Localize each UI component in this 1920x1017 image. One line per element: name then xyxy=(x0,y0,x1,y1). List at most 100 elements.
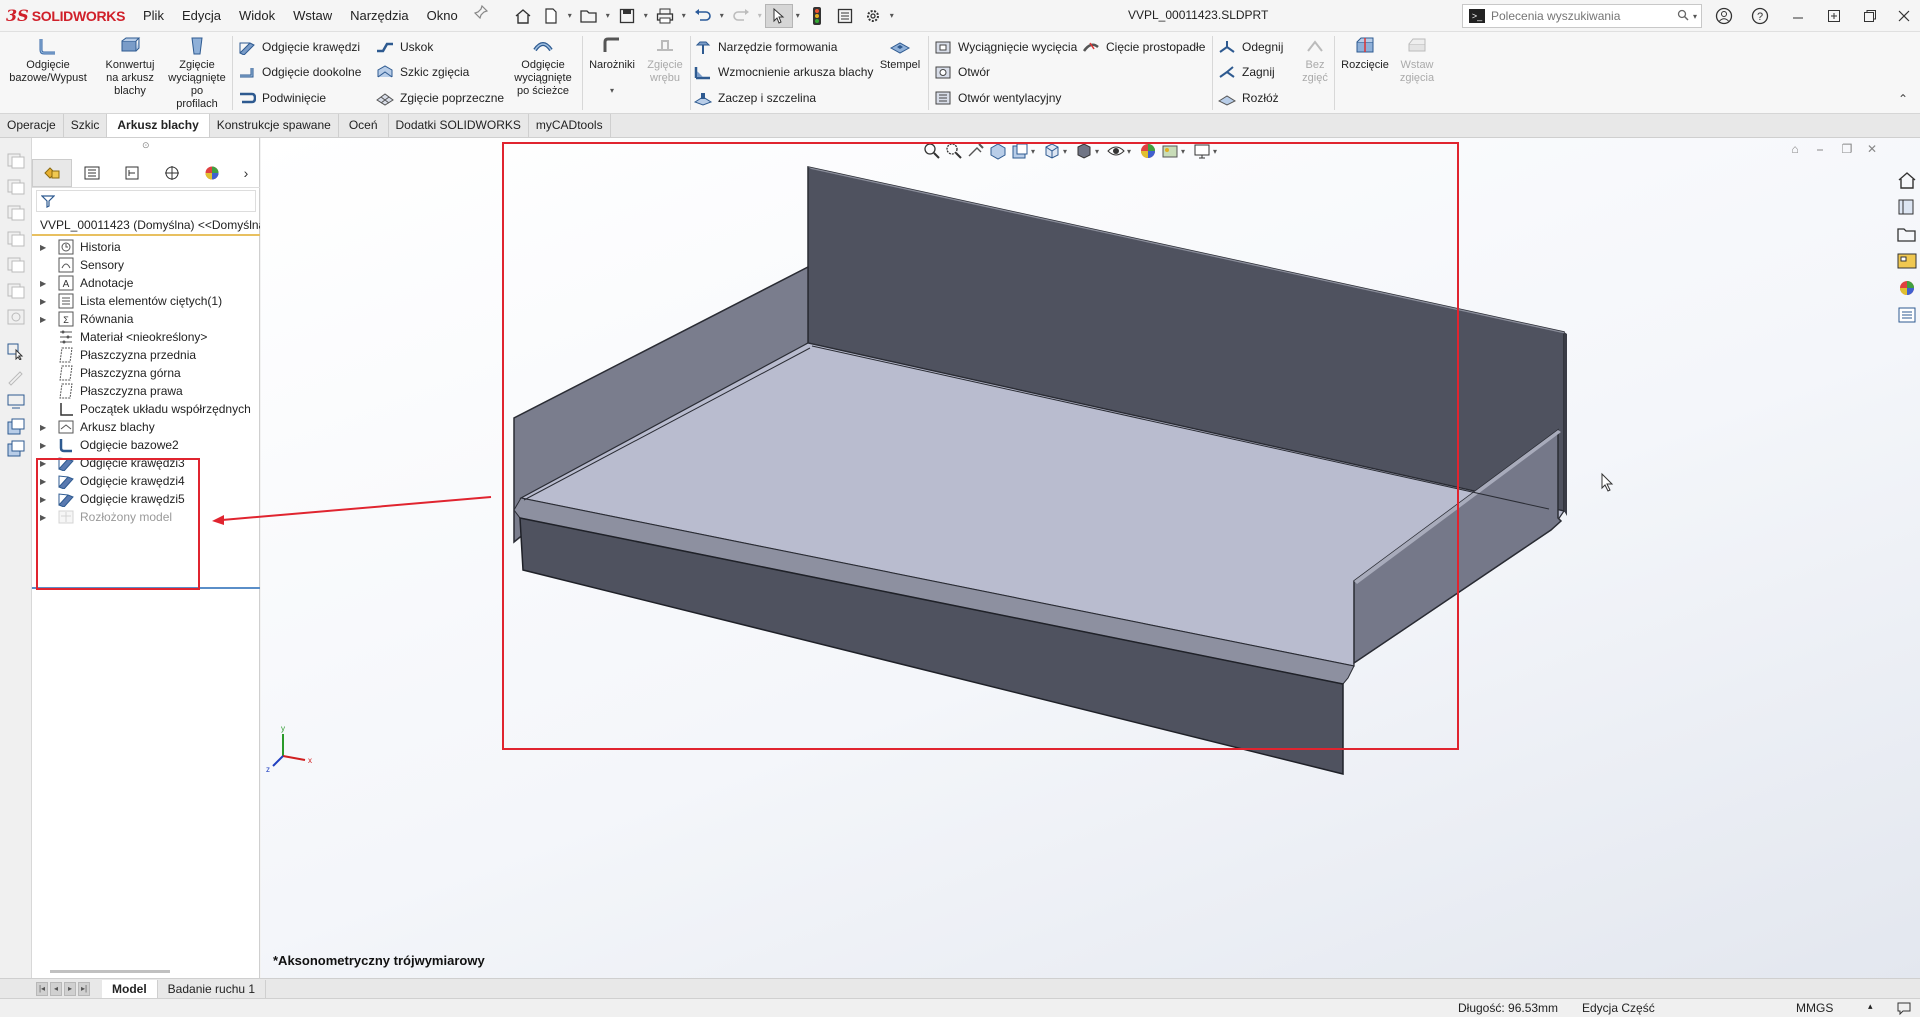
open-folder-icon[interactable] xyxy=(575,4,603,28)
model-viewport[interactable]: y x z xyxy=(261,138,1920,978)
options-caret-icon[interactable]: ▾ xyxy=(887,11,897,20)
print-icon[interactable] xyxy=(651,4,679,28)
menu-wstaw[interactable]: Wstaw xyxy=(284,0,341,32)
rebuild-traffic-light-icon[interactable] xyxy=(803,4,831,28)
file-explorer-icon[interactable] xyxy=(1896,224,1918,244)
sheet-metal-gusset-button[interactable]: Wzmocnienie arkusza blachy xyxy=(694,62,873,82)
sketched-bend-button[interactable]: Szkic zgięcia xyxy=(376,62,469,82)
feature-tree-tab[interactable] xyxy=(32,158,72,187)
design-library-icon[interactable] xyxy=(1896,197,1918,217)
tab-and-slot-button[interactable]: Zaczep i szczelina xyxy=(694,88,816,108)
units-caret-up-icon[interactable]: ▴ xyxy=(1868,1001,1873,1012)
appearances-scenes-icon[interactable] xyxy=(1896,278,1918,298)
dimxpert-manager-tab[interactable] xyxy=(152,159,192,187)
corners-caret-icon[interactable]: ▾ xyxy=(610,84,614,97)
jog-button[interactable]: Uskok xyxy=(376,37,433,57)
expand-arrow-icon[interactable]: ▶ xyxy=(40,297,50,306)
pin-icon[interactable] xyxy=(467,0,495,24)
strip-display-icon[interactable] xyxy=(6,392,26,410)
forming-tool-button[interactable]: Narzędzie formowania xyxy=(694,37,837,57)
strip-insert-component-icon[interactable] xyxy=(6,418,26,436)
strip-new-part-icon[interactable] xyxy=(6,440,26,458)
minimize-icon[interactable] xyxy=(1784,4,1812,28)
expand-arrow-icon[interactable]: ▶ xyxy=(40,243,50,252)
select-caret-icon[interactable]: ▾ xyxy=(793,11,803,20)
configuration-manager-tab[interactable] xyxy=(112,159,152,187)
search-icon[interactable] xyxy=(1677,9,1689,24)
search-caret-icon[interactable]: ▾ xyxy=(1693,12,1697,21)
tree-filter[interactable] xyxy=(36,190,256,212)
file-properties-icon[interactable] xyxy=(831,4,859,28)
tab-model[interactable]: Model xyxy=(102,979,158,998)
swept-flange-button[interactable]: Odgięcie wyciągnięte po ścieżce xyxy=(508,36,578,98)
tab-motion-study[interactable]: Badanie ruchu 1 xyxy=(158,979,267,998)
rip-button[interactable]: Rozcięcie xyxy=(1338,36,1392,72)
tab-mycadtools[interactable]: myCADtools xyxy=(529,114,611,137)
miter-flange-button[interactable]: Odgięcie dookolne xyxy=(238,62,361,82)
command-search-box[interactable]: >_ ▾ xyxy=(1462,4,1702,28)
hem-button[interactable]: Podwinięcie xyxy=(238,88,326,108)
vent-button[interactable]: Otwór wentylacyjny xyxy=(934,88,1061,108)
normal-cut-button[interactable]: Cięcie prostopadłe xyxy=(1082,37,1205,57)
next-tab-arrow-icon[interactable]: ▸ xyxy=(64,981,76,996)
tab-operacje[interactable]: Operacje xyxy=(0,114,64,137)
save-icon[interactable] xyxy=(613,4,641,28)
options-gear-icon[interactable] xyxy=(859,4,887,28)
hole-button[interactable]: Otwór xyxy=(934,62,990,82)
solidworks-logo[interactable]: 3S SOLIDWORKS xyxy=(0,6,130,25)
menu-plik[interactable]: Plik xyxy=(134,0,173,32)
open-caret-icon[interactable]: ▾ xyxy=(603,11,613,20)
window-layout-icon[interactable] xyxy=(1820,4,1848,28)
first-tab-arrow-icon[interactable]: |◂ xyxy=(36,981,48,996)
strip-select-tool-icon[interactable] xyxy=(6,342,26,360)
edge-flange-button[interactable]: Odgięcie krawędzi xyxy=(238,37,360,57)
expand-arrow-icon[interactable]: ▶ xyxy=(40,315,50,324)
more-tabs-chevron-icon[interactable]: › xyxy=(232,165,260,181)
tab-ocen[interactable]: Oceń xyxy=(339,114,389,137)
cross-break-button[interactable]: Zgięcie poprzeczne xyxy=(376,88,504,108)
status-units[interactable]: MMGS xyxy=(1796,1001,1833,1015)
search-input[interactable] xyxy=(1491,9,1671,23)
menu-widok[interactable]: Widok xyxy=(230,0,284,32)
undo-icon[interactable] xyxy=(689,4,717,28)
property-manager-tab[interactable] xyxy=(72,159,112,187)
tab-arkusz-blachy[interactable]: Arkusz blachy xyxy=(107,114,210,137)
view-palette-icon[interactable] xyxy=(1896,251,1918,271)
prev-tab-arrow-icon[interactable]: ◂ xyxy=(50,981,62,996)
tab-konstrukcje-spawane[interactable]: Konstrukcje spawane xyxy=(210,114,339,137)
undo-caret-icon[interactable]: ▾ xyxy=(717,11,727,20)
collapse-ribbon-chevron-up-icon[interactable]: ⌃ xyxy=(1898,92,1908,106)
tab-szkic[interactable]: Szkic xyxy=(64,114,108,137)
base-flange-button[interactable]: Odgięcie bazowe/Wypust xyxy=(8,36,88,85)
fold-button[interactable]: Zagnij xyxy=(1218,62,1275,82)
feedback-icon[interactable] xyxy=(1896,1001,1912,1017)
lofted-bend-button[interactable]: Zgięcie wyciągnięte po profilach xyxy=(168,36,226,111)
new-document-icon[interactable] xyxy=(537,4,565,28)
unfold-button[interactable]: Odegnij xyxy=(1218,37,1283,57)
select-arrow-icon[interactable] xyxy=(764,3,793,28)
new-caret-icon[interactable]: ▾ xyxy=(565,11,575,20)
solidworks-resources-home-icon[interactable] xyxy=(1896,170,1918,190)
close-icon[interactable] xyxy=(1890,4,1918,28)
display-manager-tab[interactable] xyxy=(192,159,232,187)
custom-properties-icon[interactable] xyxy=(1896,305,1918,325)
extruded-cut-button[interactable]: Wyciągnięcie wycięcia xyxy=(934,37,1077,57)
horizontal-scrollbar[interactable] xyxy=(50,970,170,973)
convert-to-sheet-metal-button[interactable]: Konwertuj na arkusz blachy xyxy=(94,36,166,98)
panel-grip-icon[interactable]: ⊙ xyxy=(142,140,150,151)
help-icon[interactable]: ? xyxy=(1746,4,1774,28)
expand-arrow-icon[interactable]: ▶ xyxy=(40,423,50,432)
menu-edycja[interactable]: Edycja xyxy=(173,0,230,32)
restore-icon[interactable] xyxy=(1856,4,1884,28)
print-caret-icon[interactable]: ▾ xyxy=(679,11,689,20)
user-account-icon[interactable] xyxy=(1710,4,1738,28)
expand-arrow-icon[interactable]: ▶ xyxy=(40,279,50,288)
menu-okno[interactable]: Okno xyxy=(418,0,467,32)
tree-root-part[interactable]: VVPL_00011423 (Domyślna) <<Domyślna> xyxy=(32,216,260,236)
graphics-area[interactable]: ▾ ▾ ▾ ▾ ▾ ▾ ⌂ ⎯ ❐ ✕ y x z *Aksonometrycz… xyxy=(261,138,1920,978)
corners-button[interactable]: Narożniki ▾ xyxy=(584,36,640,97)
expand-arrow-icon[interactable]: ▶ xyxy=(40,441,50,450)
home-icon[interactable] xyxy=(509,4,537,28)
flatten-button[interactable]: Rozłóż xyxy=(1218,88,1279,108)
menu-narzedzia[interactable]: Narzędzia xyxy=(341,0,418,32)
